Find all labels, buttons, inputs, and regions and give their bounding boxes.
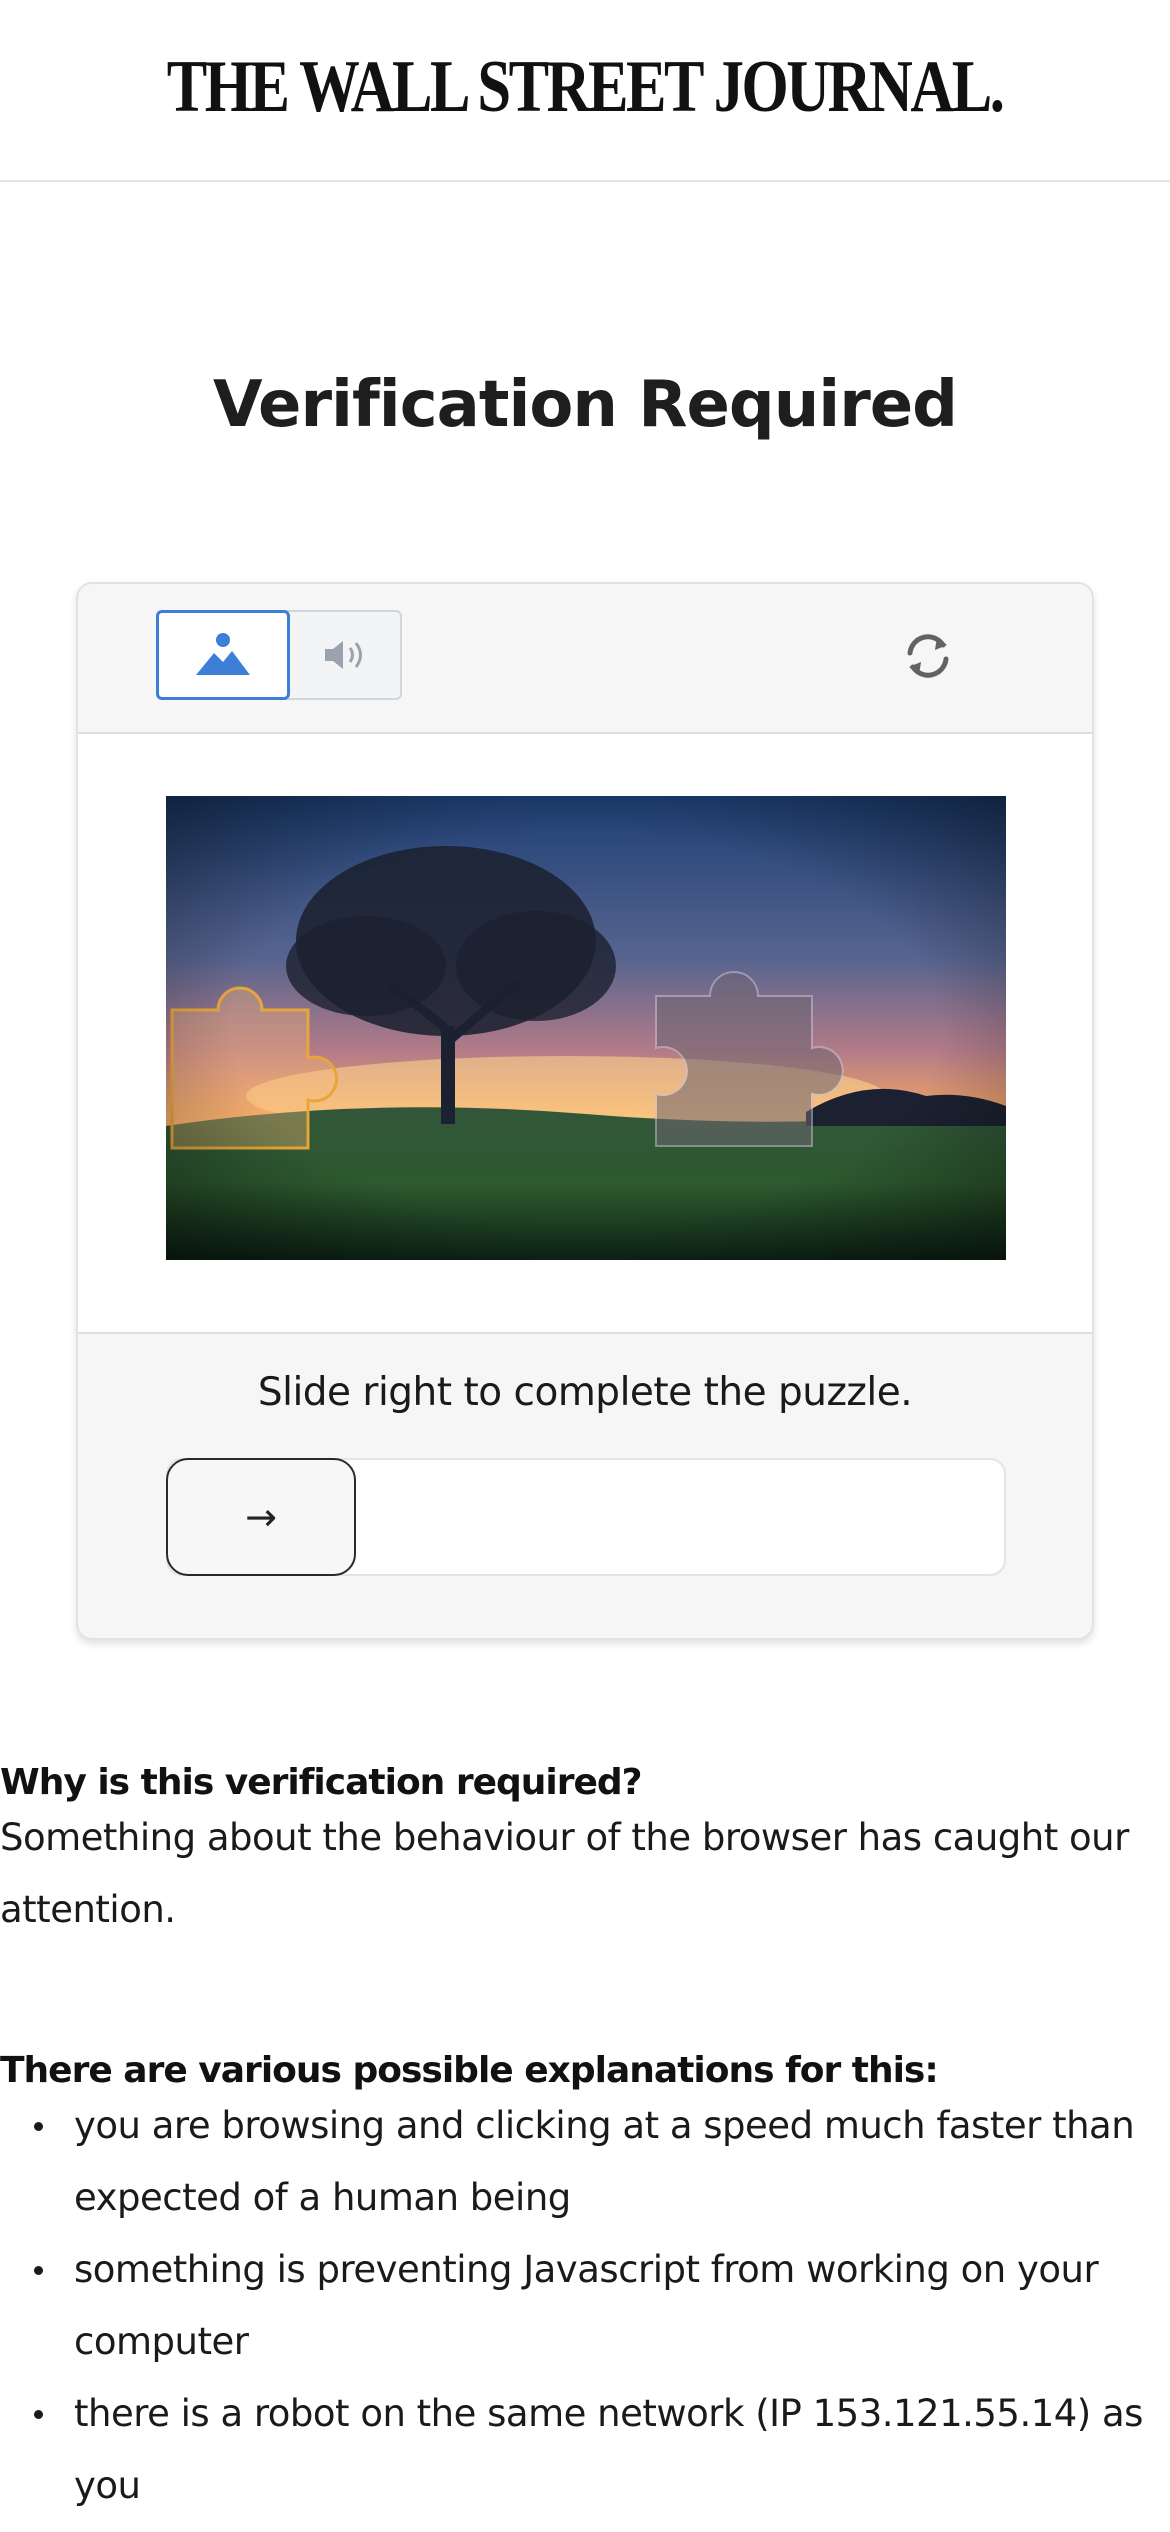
- audio-challenge-button[interactable]: [292, 612, 400, 698]
- masthead: THE WALL STREET JOURNAL.: [0, 0, 1170, 182]
- image-challenge-button[interactable]: [156, 610, 290, 700]
- slider-handle[interactable]: →: [166, 1458, 356, 1576]
- list-item: you are browsing and clicking at a speed…: [0, 2090, 1170, 2234]
- arrow-right-icon: →: [245, 1495, 277, 1539]
- slider-instruction: Slide right to complete the puzzle.: [257, 1370, 913, 1415]
- captcha-widget: Slide right to complete the puzzle. →: [76, 582, 1094, 1640]
- refresh-icon: [907, 634, 949, 678]
- wsj-logo[interactable]: THE WALL STREET JOURNAL.: [167, 45, 1005, 130]
- reasons-heading: There are various possible explanations …: [0, 2050, 939, 2091]
- list-item: there is a robot on the same network (IP…: [0, 2378, 1170, 2522]
- refresh-button[interactable]: [898, 626, 958, 686]
- why-heading: Why is this verification required?: [0, 1762, 643, 1803]
- puzzle-area: [78, 734, 1092, 1334]
- page-title: Verification Required: [213, 368, 958, 442]
- puzzle-image: [166, 796, 1006, 1260]
- list-item: something is preventing Javascript from …: [0, 2234, 1170, 2378]
- image-icon: [196, 633, 250, 675]
- challenge-mode-toggle: [156, 610, 402, 700]
- captcha-toolbar: [78, 584, 1092, 734]
- why-text: Something about the behaviour of the bro…: [0, 1816, 1129, 1931]
- speaker-icon: [325, 641, 362, 669]
- slider-track[interactable]: →: [166, 1458, 1006, 1576]
- reasons-list: you are browsing and clicking at a speed…: [0, 2090, 1170, 2522]
